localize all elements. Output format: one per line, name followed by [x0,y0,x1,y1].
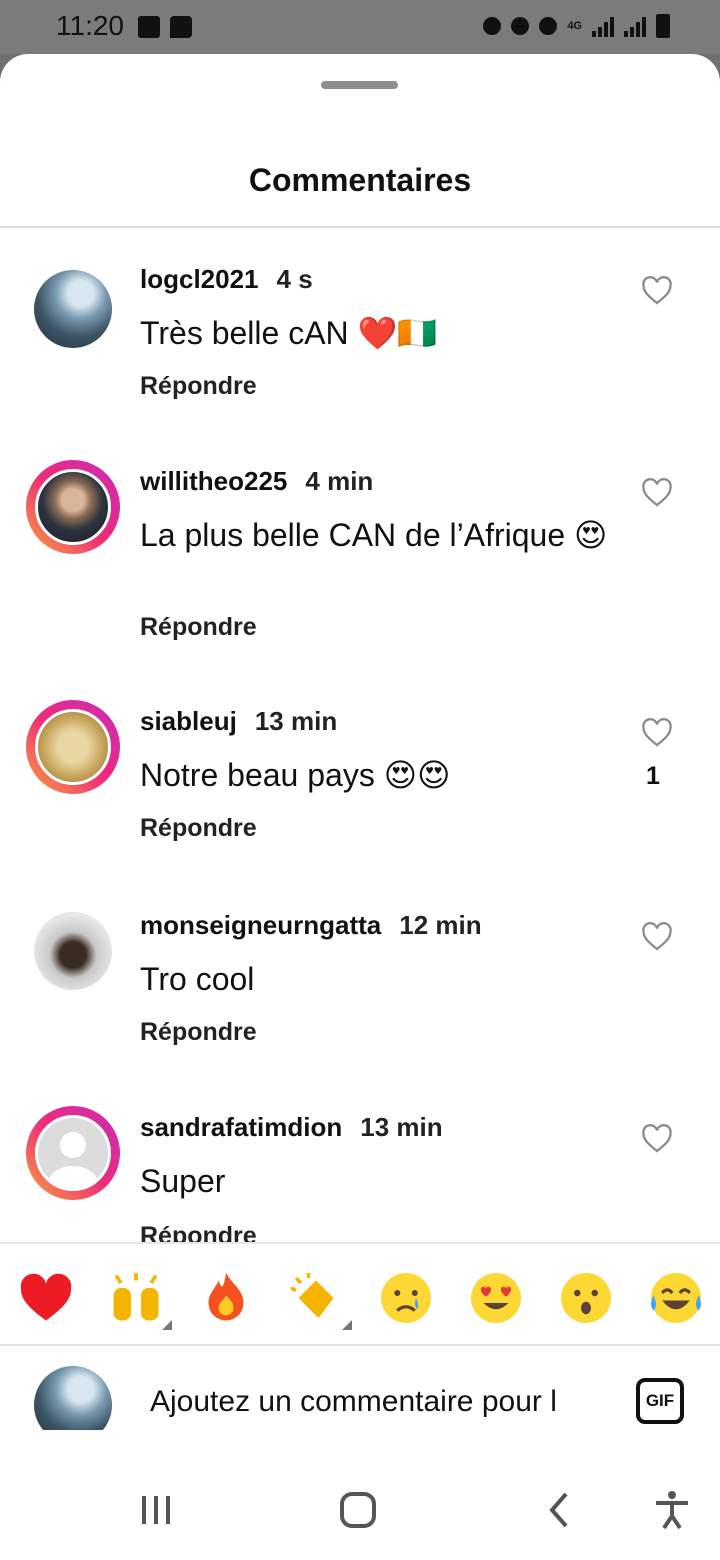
messenger-icon [170,16,192,38]
raising-hands-icon [113,1273,159,1321]
reply-button[interactable]: Répondre [140,613,257,642]
avatar-wrap[interactable] [26,262,120,356]
4g-icon: 4G [567,19,582,32]
battery-icon [656,14,670,38]
avatar[interactable] [34,912,112,990]
comment-header: siableuj 13 min [140,706,337,737]
heart-eyes-icon [471,1273,521,1323]
home-icon[interactable] [336,1488,380,1532]
comment-username[interactable]: sandrafatimdion [140,1112,342,1142]
reply-button[interactable]: Répondre [140,372,257,401]
comment-time: 4 s [276,264,313,294]
comment-text: Très belle cAN ❤️🇨🇮 [140,315,438,351]
default-avatar-icon [48,1132,98,1188]
sheet-title: Commentaires [248,162,472,198]
comment-username[interactable]: siableuj [140,706,237,736]
back-icon[interactable] [538,1488,582,1532]
variants-indicator [342,1320,352,1330]
comment-time: 13 min [254,706,338,736]
reply-button[interactable]: Répondre [140,1018,257,1047]
avatar-wrap[interactable] [26,904,120,998]
comment-item: siableuj 13 min Notre beau pays 😍😍 Répond… [0,672,720,872]
mute-icon [539,17,558,35]
comment-text: La plus belle CAN de l’Afrique 😍 [140,517,608,553]
status-time: 11:20 [56,10,124,41]
status-right-icons: 4G [483,14,670,38]
clapping-hands-icon [290,1273,334,1318]
gif-button[interactable]: GIF [636,1378,684,1424]
signal-icon [592,15,614,37]
reply-button[interactable]: Répondre [140,814,257,843]
avatar[interactable] [35,469,111,545]
status-left-icons [138,16,192,38]
comment-item: logcl2021 4 s Très belle cAN ❤️🇨🇮 Répondr… [0,228,720,428]
alarm-icon [511,17,530,35]
comment-text: Super [140,1163,226,1199]
avatar-wrap[interactable] [26,460,120,554]
comment-text: Notre beau pays 😍😍 [140,757,451,793]
comment-header: logcl2021 4 s [140,264,313,295]
avatar-wrap[interactable] [26,1106,120,1200]
facebook-icon [138,16,160,38]
comment-header: willitheo225 4 min [140,466,373,497]
comment-text: Tro cool [140,961,255,997]
reply-button[interactable]: Répondre [140,1222,257,1242]
comment-header: sandrafatimdion 13 min [140,1112,443,1143]
comment-item: sandrafatimdion 13 min Super Répondre [0,1076,720,1242]
reaction-tears-of-joy[interactable] [646,1268,706,1328]
avatar[interactable] [35,709,111,785]
surprised-face-icon [561,1273,611,1323]
reaction-surprised-face[interactable] [556,1268,616,1328]
drag-handle[interactable] [321,81,398,89]
avatar[interactable] [34,270,112,348]
reaction-heart-eyes[interactable] [466,1268,526,1328]
heart-icon[interactable] [640,716,674,750]
comment-time: 13 min [360,1112,443,1142]
comment-time: 12 min [399,910,482,940]
accessibility-icon[interactable] [650,1488,694,1532]
signal-icon [624,15,646,37]
comment-input[interactable] [150,1378,600,1426]
comment-time: 4 min [305,466,374,496]
comment-username[interactable]: logcl2021 [140,264,259,294]
comments-list[interactable]: logcl2021 4 s Très belle cAN ❤️🇨🇮 Répondr… [0,228,720,1242]
reaction-fire[interactable] [196,1268,256,1328]
quick-reactions-bar [0,1242,720,1346]
reaction-raising-hands[interactable] [106,1268,166,1328]
crying-face-icon [381,1273,431,1323]
reaction-heart[interactable] [16,1268,76,1328]
comment-item: willitheo225 4 min La plus belle CAN de l… [0,430,720,641]
battery-saver-icon [483,17,502,35]
system-nav-bar [0,1430,720,1560]
heart-icon[interactable] [640,920,674,954]
comment-username[interactable]: monseigneurngatta [140,910,381,940]
avatar[interactable] [35,1115,111,1191]
reaction-clapping-hands[interactable] [286,1268,346,1328]
heart-icon[interactable] [640,274,674,308]
comment-item: monseigneurngatta 12 min Tro cool Répondr… [0,874,720,1074]
recent-apps-icon[interactable] [134,1488,178,1532]
heart-icon[interactable] [640,1122,674,1156]
tears-of-joy-icon [651,1273,701,1323]
heart-icon[interactable] [640,476,674,510]
like-count: 1 [646,762,660,790]
comment-username[interactable]: willitheo225 [140,466,287,496]
reaction-crying-face[interactable] [376,1268,436,1328]
status-bar: 11:20 4G [0,0,720,54]
fire-icon [208,1273,244,1321]
comment-header: monseigneurngatta 12 min [140,910,482,941]
variants-indicator [162,1320,172,1330]
comments-sheet: Commentaires logcl2021 4 s Très belle cAN… [0,54,720,1560]
red-heart-icon [20,1273,72,1321]
avatar-wrap[interactable] [26,700,120,794]
